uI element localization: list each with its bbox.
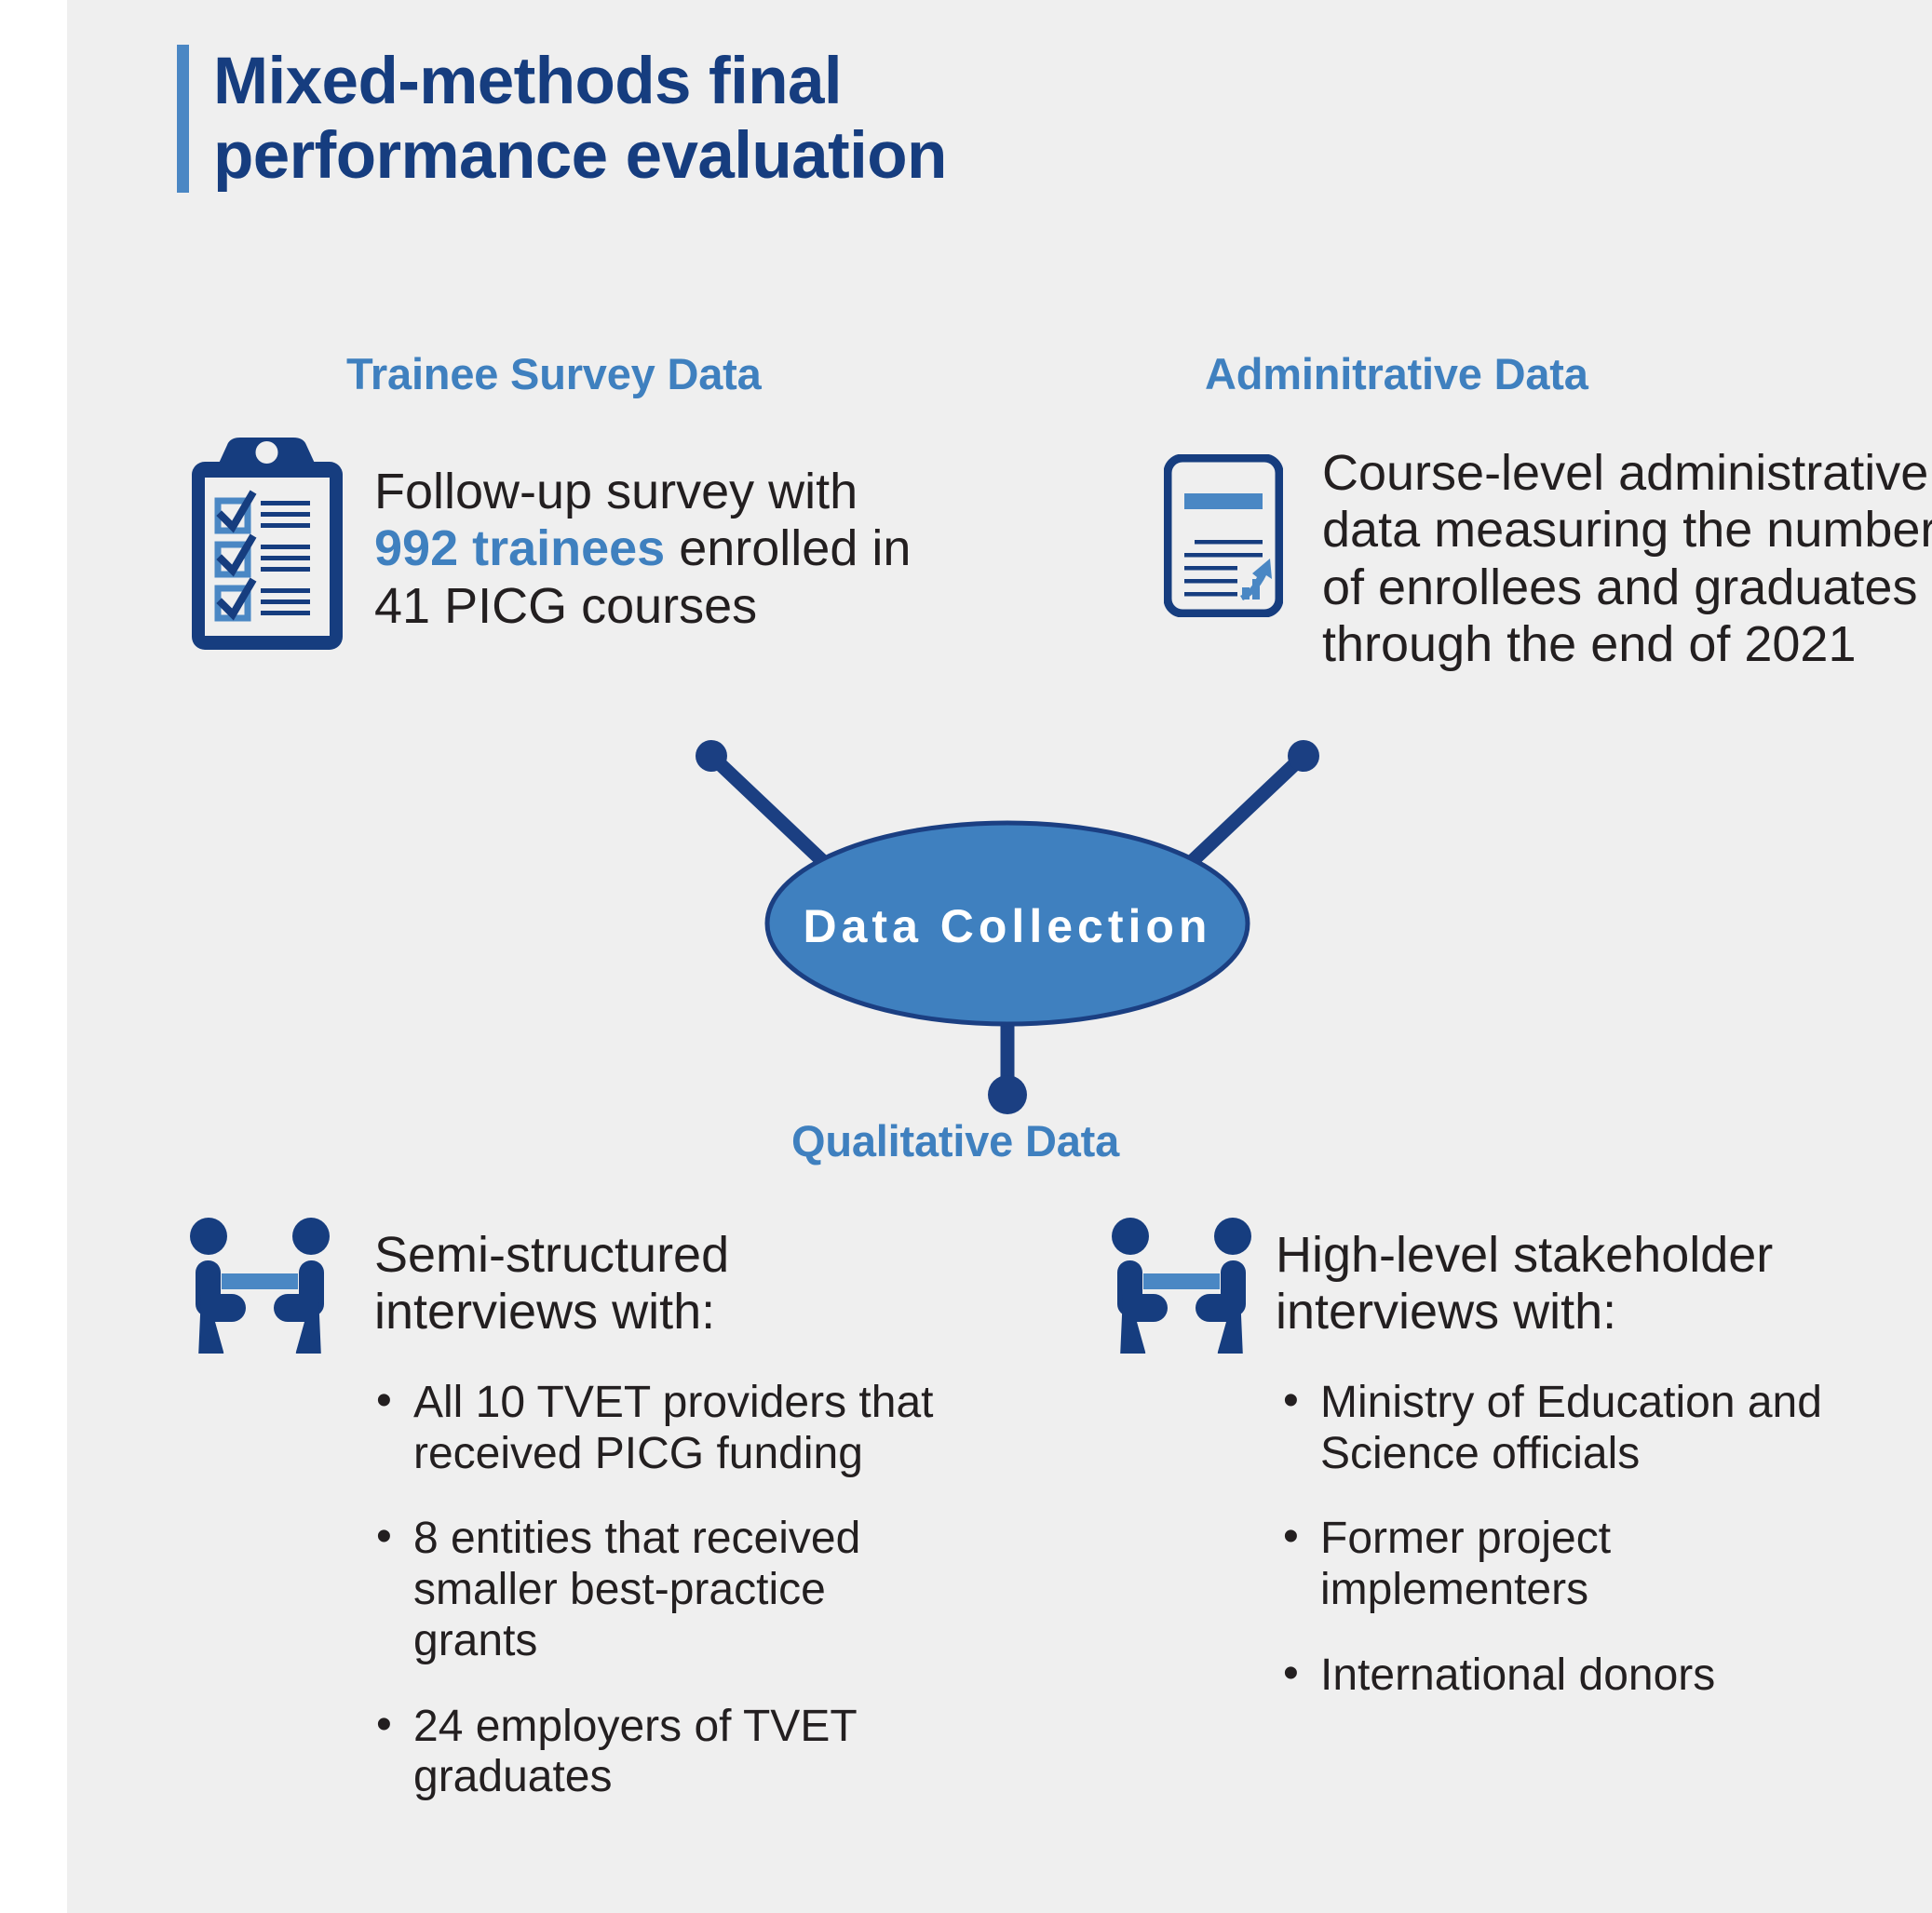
connector-left-endpoint [696,740,727,772]
interview-two-people-icon-right [1108,1218,1255,1367]
data-collection-ellipse [764,820,1250,1027]
semi-structured-interviews-intro: Semi-structured interviews with: [374,1227,730,1340]
high-level-stakeholder-bullets: Ministry of Education and Science offici… [1277,1376,1883,1736]
trainee-text-before: Follow-up survey with [374,464,858,519]
content-panel: Mixed-methods final performance evaluati… [67,0,1932,1913]
heading-administrative-data: Adminitrative Data [1205,349,1588,398]
list-item: International donors [1277,1649,1883,1702]
infographic-page: Mixed-methods final performance evaluati… [0,0,1932,1913]
list-item: 8 entities that received smaller best-pr… [371,1512,948,1666]
interview-two-people-icon-left [186,1218,333,1367]
administrative-data-description: Course-level administrative data measuri… [1322,445,1932,672]
list-item: All 10 TVET providers that received PICG… [371,1376,948,1479]
page-title: Mixed-methods final performance evaluati… [177,45,947,194]
connector-bottom-endpoint [988,1075,1027,1114]
trainee-survey-description: Follow-up survey with 992 trainees enrol… [374,464,952,635]
data-collection-diagram [696,740,1319,1114]
heading-qualitative-data: Qualitative Data [791,1116,1120,1165]
trainee-highlight-count: 992 trainees [374,520,666,577]
page-title-text: Mixed-methods final performance evaluati… [213,45,947,193]
document-chart-icon [1163,453,1284,622]
high-level-stakeholder-interviews-intro: High-level stakeholder interviews with: [1276,1227,1774,1340]
list-item: Ministry of Education and Science offici… [1277,1376,1883,1479]
heading-trainee-survey-data: Trainee Survey Data [346,349,762,398]
title-accent-bar [177,45,189,194]
list-item: 24 employers of TVET graduates [371,1700,948,1803]
connector-right-endpoint [1288,740,1319,772]
semi-structured-interviews-bullets: All 10 TVET providers that received PICG… [371,1376,948,1838]
clipboard-checklist-icon [188,436,365,673]
list-item: Former project implementers [1277,1512,1883,1615]
